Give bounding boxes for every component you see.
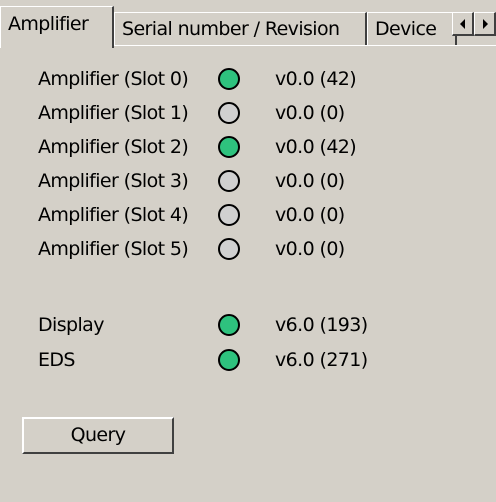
version-slot-0: v0.0 (42) [275, 68, 357, 90]
triangle-left-icon [459, 18, 467, 29]
version-slot-3: v0.0 (0) [275, 170, 345, 192]
status-led-slot-3 [218, 170, 240, 192]
version-display: v6.0 (193) [275, 314, 368, 336]
status-led-slot-5 [218, 238, 240, 260]
tab-amplifier[interactable]: Amplifier [0, 6, 114, 48]
triangle-right-icon [481, 18, 489, 29]
version-slot-4: v0.0 (0) [275, 204, 345, 226]
status-led-eds [218, 349, 240, 371]
row-label-slot-1: Amplifier (Slot 1) [38, 102, 189, 124]
version-eds: v6.0 (271) [275, 349, 368, 371]
row-label-slot-5: Amplifier (Slot 5) [38, 238, 189, 260]
row-label-slot-4: Amplifier (Slot 4) [38, 204, 189, 226]
status-led-slot-2 [218, 136, 240, 158]
amplifier-info-dialog: Amplifier Serial number / Revision Devic… [0, 0, 496, 502]
version-slot-1: v0.0 (0) [275, 102, 345, 124]
status-led-slot-4 [218, 204, 240, 226]
row-label-slot-3: Amplifier (Slot 3) [38, 170, 189, 192]
query-button[interactable]: Query [22, 417, 174, 454]
row-label-display: Display [38, 314, 104, 336]
tab-serial-number-revision[interactable]: Serial number / Revision [114, 12, 367, 45]
status-led-slot-0 [218, 68, 240, 90]
tab-scroll-left-button[interactable] [452, 12, 474, 36]
version-slot-5: v0.0 (0) [275, 238, 345, 260]
row-label-slot-0: Amplifier (Slot 0) [38, 68, 189, 90]
tab-scroll-right-button[interactable] [474, 12, 496, 36]
row-label-eds: EDS [38, 349, 76, 371]
row-label-slot-2: Amplifier (Slot 2) [38, 136, 189, 158]
tab-strip: Amplifier Serial number / Revision Devic… [0, 0, 496, 48]
status-led-slot-1 [218, 102, 240, 124]
status-led-display [218, 314, 240, 336]
tab-device[interactable]: Device [367, 12, 457, 45]
version-slot-2: v0.0 (42) [275, 136, 357, 158]
